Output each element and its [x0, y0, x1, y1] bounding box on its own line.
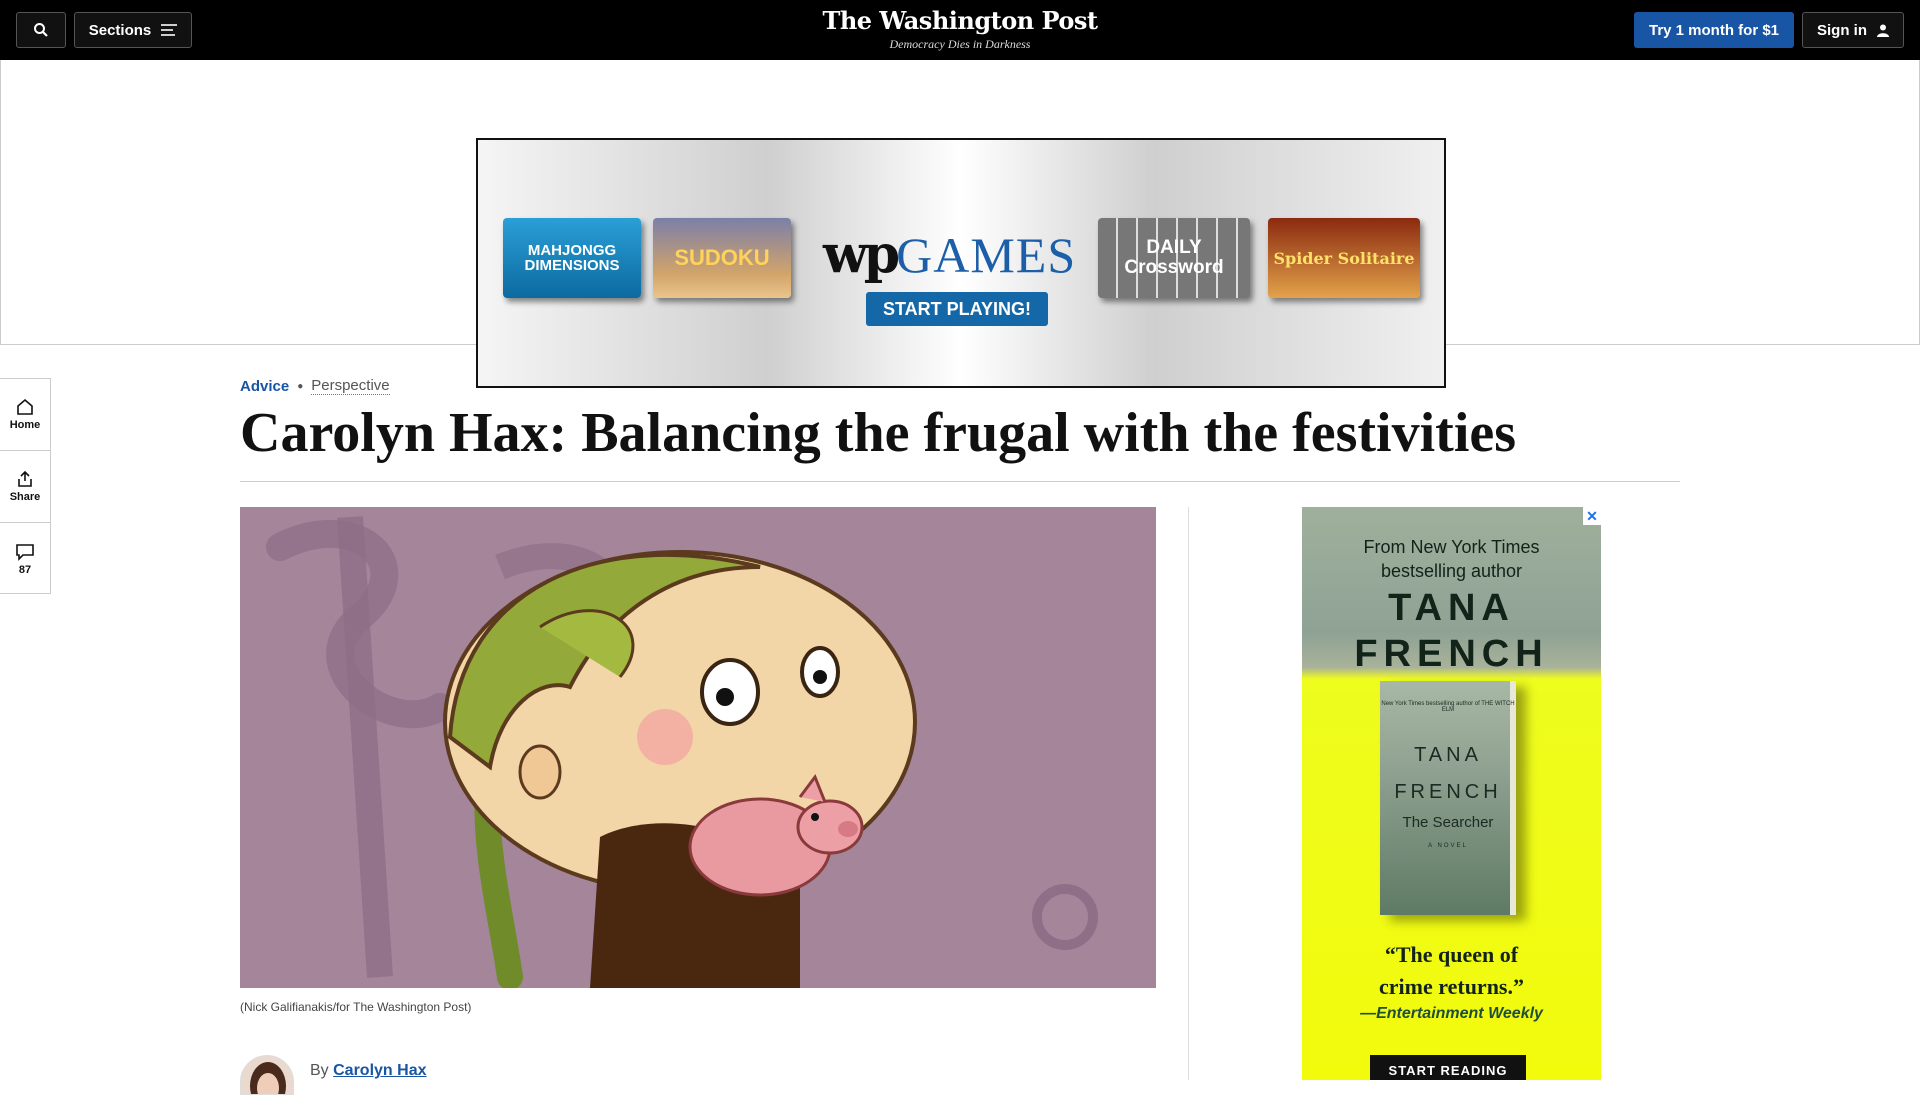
comment-icon: [16, 543, 34, 561]
ad-from-line-1: From New York Times: [1363, 537, 1540, 557]
rail-share-button[interactable]: Share: [0, 451, 50, 523]
site-logo[interactable]: The Washington Post Democracy Dies in Da…: [760, 6, 1160, 52]
mahjong-tile[interactable]: MAHJONGG DIMENSIONS: [503, 218, 641, 298]
top-ad-band: MAHJONGG DIMENSIONS SUDOKU wpGAMES START…: [0, 60, 1920, 388]
cover-blurb: New York Times bestselling author of THE…: [1381, 701, 1515, 713]
crossword-tile[interactable]: DAILY Crossword: [1098, 218, 1250, 298]
wp-games-logo: wpGAMES: [823, 224, 1075, 285]
author-link[interactable]: Carolyn Hax: [333, 1062, 426, 1079]
subscribe-trial-button[interactable]: Try 1 month for $1: [1634, 12, 1794, 48]
cover-author-line-2: FRENCH: [1394, 781, 1502, 803]
comment-count: 87: [18, 563, 32, 576]
section-link[interactable]: Advice: [240, 378, 289, 395]
cover-author: TANA FRENCH: [1380, 737, 1516, 811]
byline-prefix: By: [310, 1062, 329, 1079]
ad-author-line-1: TANA: [1388, 587, 1515, 629]
column-divider: [1188, 507, 1189, 1080]
ad-from-line-2: bestselling author: [1380, 561, 1523, 581]
start-reading-button[interactable]: START READING: [1370, 1055, 1526, 1080]
image-caption: (Nick Galifianakis/for The Washington Po…: [240, 1000, 472, 1014]
start-playing-button[interactable]: START PLAYING!: [866, 292, 1048, 326]
headline-divider: [240, 481, 1680, 482]
article-kicker: Advice ● Perspective: [240, 377, 390, 395]
sections-label: Sections: [88, 21, 152, 39]
rail-home-button[interactable]: Home: [0, 379, 50, 451]
ad-close-icon[interactable]: ✕: [1583, 507, 1601, 525]
solitaire-tile[interactable]: Spider Solitaire: [1268, 218, 1420, 298]
user-icon: [1877, 24, 1889, 37]
top-nav-bar: Sections The Washington Post Democracy D…: [0, 0, 1920, 60]
book-cover: New York Times bestselling author of THE…: [1380, 681, 1516, 915]
games-wordmark: GAMES: [896, 227, 1077, 283]
ad-quote-source: —Entertainment Weekly: [1360, 1005, 1543, 1022]
logo-wordmark: The Washington Post: [822, 6, 1098, 35]
search-icon: [34, 23, 48, 37]
ad-from-line: From New York Times bestselling author: [1302, 535, 1601, 583]
cover-author-line-1: TANA: [1414, 744, 1482, 766]
ad-quote-line-2: crime returns.”: [1379, 974, 1524, 999]
illustration-drawing: [266, 516, 1098, 988]
cover-title: The Searcher: [1402, 814, 1494, 831]
cover-novel-label: A NOVEL: [1428, 843, 1468, 849]
ad-author-name: TANA FRENCH: [1302, 585, 1601, 677]
article-illustration[interactable]: [240, 507, 1156, 988]
logo-tagline: Democracy Dies in Darkness: [889, 37, 1031, 51]
ad-author-line-2: FRENCH: [1354, 633, 1549, 675]
rail-home-label: Home: [9, 419, 41, 431]
perspective-label[interactable]: Perspective: [311, 377, 390, 395]
home-icon: [17, 398, 33, 415]
left-action-rail: Home Share 87: [0, 378, 51, 594]
rail-share-label: Share: [9, 491, 41, 503]
byline: By Carolyn Hax: [310, 1062, 427, 1080]
sections-button[interactable]: Sections: [74, 12, 192, 48]
book-ad[interactable]: From New York Times bestselling author T…: [1302, 507, 1601, 1080]
kicker-separator: ●: [297, 380, 304, 392]
article-headline: Carolyn Hax: Balancing the frugal with t…: [240, 402, 1517, 464]
wp-mark: wp: [823, 224, 900, 285]
sign-in-button[interactable]: Sign in: [1802, 12, 1904, 48]
search-button[interactable]: [16, 12, 66, 48]
wp-games-ad[interactable]: MAHJONGG DIMENSIONS SUDOKU wpGAMES START…: [476, 138, 1446, 388]
ad-quote-line-1: “The queen of: [1384, 942, 1519, 967]
sudoku-tile[interactable]: SUDOKU: [653, 218, 791, 298]
menu-icon: [161, 24, 178, 36]
sign-in-label: Sign in: [1817, 21, 1867, 39]
ad-quote: “The queen of crime returns.”: [1302, 939, 1601, 1003]
share-icon: [18, 470, 32, 487]
author-avatar[interactable]: [240, 1055, 294, 1095]
avatar-portrait: [250, 1062, 286, 1094]
rail-comments-button[interactable]: 87: [0, 523, 50, 595]
